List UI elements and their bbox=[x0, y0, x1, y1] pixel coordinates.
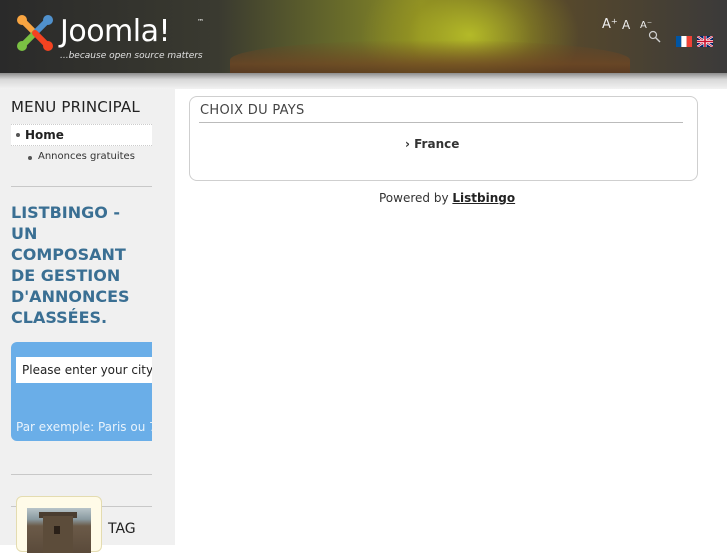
joomla-logo-icon bbox=[17, 15, 53, 51]
english-flag-icon[interactable] bbox=[697, 36, 713, 47]
listbingo-module-title: LISTBINGO - UN COMPOSANT DE GESTION D'AN… bbox=[11, 203, 130, 327]
header-shadow-bar bbox=[0, 73, 727, 89]
bullet-icon bbox=[28, 156, 32, 160]
bullet-icon bbox=[16, 133, 20, 137]
menu-item-label: Annonces gratuites bbox=[38, 151, 135, 162]
listbingo-link[interactable]: Listbingo bbox=[452, 191, 515, 205]
powered-by-footer: Powered by Listbingo bbox=[379, 191, 515, 205]
search-icon[interactable] bbox=[648, 30, 662, 44]
logo-tagline: ...because open source matters bbox=[60, 51, 203, 61]
country-link-france[interactable]: › France bbox=[405, 137, 459, 151]
logo-trademark: ™ bbox=[197, 18, 204, 26]
city-search-module: Par exemple: Paris ou 75 bbox=[11, 342, 152, 441]
font-increase-button[interactable]: A⁺ bbox=[602, 17, 618, 32]
site-header: Joomla! ™ ...because open source matters… bbox=[0, 0, 727, 73]
menu-item-label: Home bbox=[25, 128, 64, 142]
city-search-input[interactable] bbox=[16, 357, 152, 383]
country-choice-box: CHOIX DU PAYS › France bbox=[189, 96, 698, 181]
french-flag-icon[interactable] bbox=[676, 36, 692, 47]
castle-thumbnail-image bbox=[27, 508, 91, 553]
font-reset-button[interactable]: A bbox=[622, 18, 630, 32]
search-example-text: Par exemple: Paris ou 75 bbox=[16, 420, 152, 434]
tag-thumbnail-card[interactable] bbox=[16, 496, 102, 553]
powered-by-text: Powered by bbox=[379, 191, 449, 205]
logo-wordmark: Joomla! bbox=[60, 14, 171, 49]
joomla-logo[interactable]: Joomla! ™ ...because open source matters bbox=[14, 12, 214, 67]
main-menu-title: MENU PRINCIPAL bbox=[11, 98, 140, 116]
castle-tower bbox=[43, 516, 73, 553]
menu-item-home[interactable]: Home bbox=[11, 124, 152, 146]
castle-window bbox=[54, 526, 60, 534]
sidebar-divider bbox=[11, 474, 152, 475]
tag-module-title: TAG bbox=[108, 521, 136, 537]
country-box-divider bbox=[199, 122, 683, 123]
header-banner-landscape bbox=[230, 40, 630, 73]
country-box-title: CHOIX DU PAYS bbox=[200, 103, 305, 118]
sidebar-divider bbox=[11, 186, 152, 187]
